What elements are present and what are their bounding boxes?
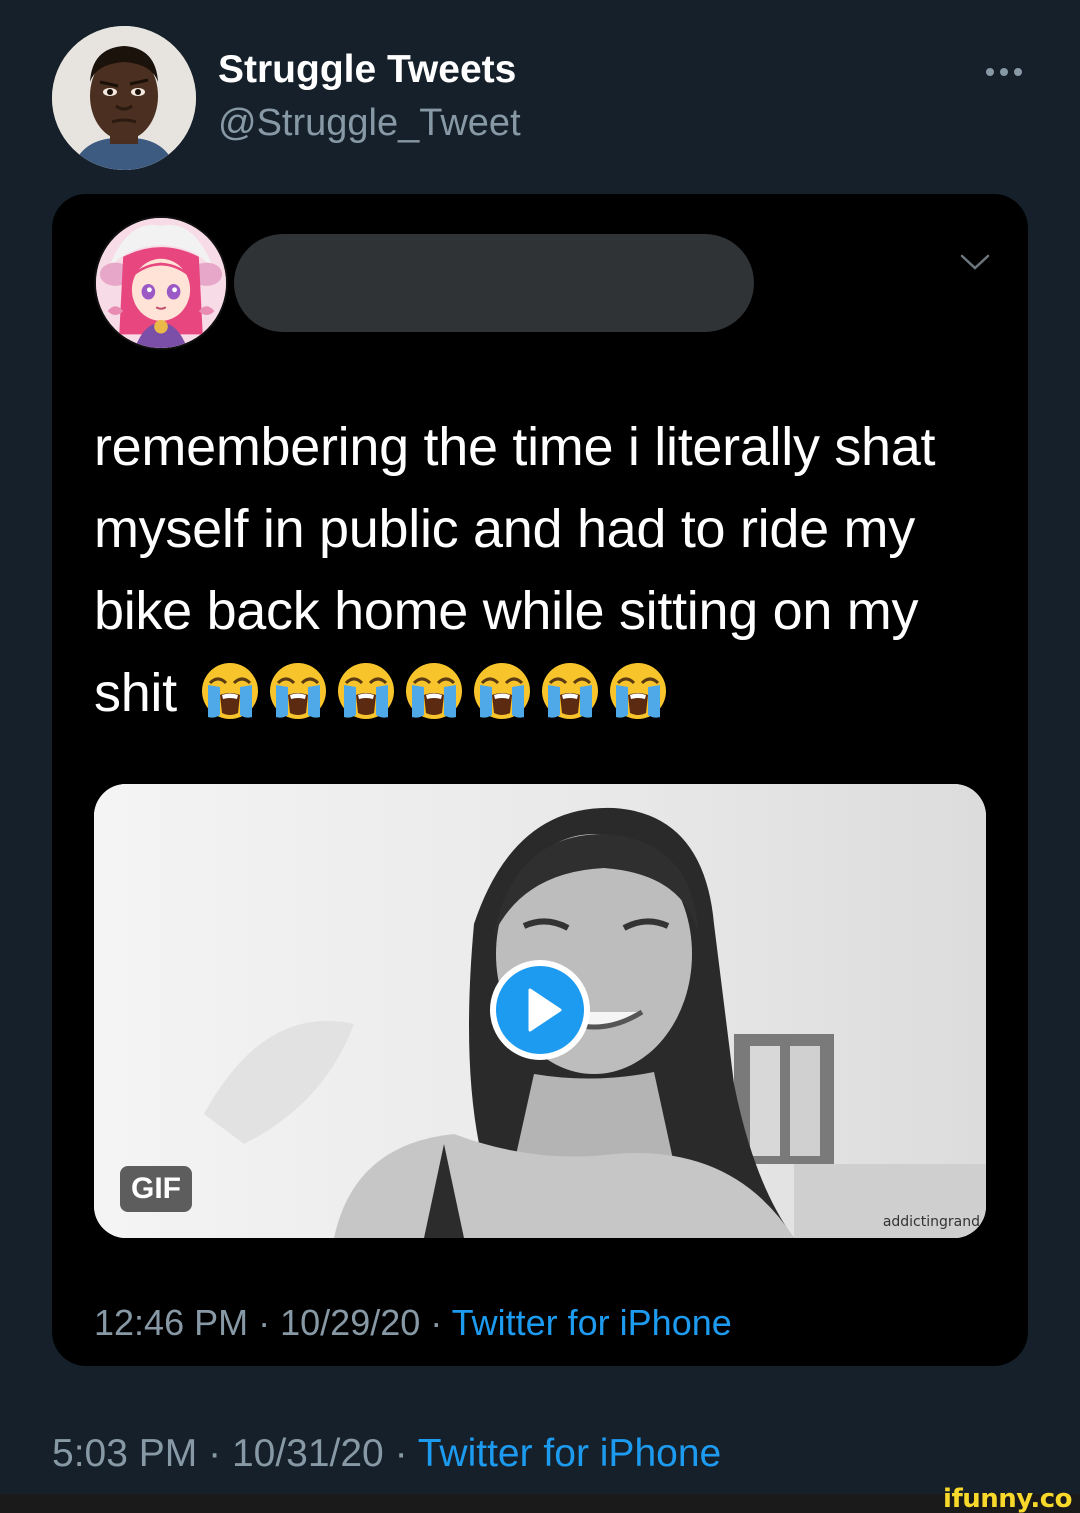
quoted-tweet-source-link[interactable]: Twitter for iPhone — [452, 1302, 732, 1343]
account-avatar[interactable] — [52, 26, 196, 170]
loudly-crying-face-emoji — [268, 661, 328, 721]
meta-separator: · — [430, 1302, 443, 1343]
more-options-button[interactable] — [984, 48, 1024, 88]
man-avatar-icon — [52, 26, 196, 170]
chevron-down-icon[interactable] — [958, 244, 992, 278]
tweet-source-link[interactable]: Twitter for iPhone — [418, 1432, 721, 1475]
footer-bar — [0, 1494, 1080, 1513]
quoted-tweet-time: 12:46 PM — [94, 1302, 249, 1343]
media-watermark: addictingrand — [882, 1214, 980, 1230]
anime-girl-avatar-icon — [96, 218, 226, 348]
loudly-crying-face-emoji — [200, 661, 260, 721]
quoted-tweet-avatar[interactable] — [94, 216, 228, 350]
tweet-time: 5:03 PM — [52, 1432, 198, 1475]
tweet-meta: 5:03 PM · 10/31/20 · Twitter for iPhone — [52, 1432, 721, 1476]
meta-separator: · — [208, 1432, 222, 1475]
gif-media[interactable]: GIF addictingrand — [94, 784, 986, 1238]
play-button[interactable] — [490, 960, 590, 1060]
meta-separator: · — [394, 1432, 408, 1475]
handle[interactable]: @Struggle_Tweet — [218, 102, 521, 145]
loudly-crying-face-emoji — [608, 661, 668, 721]
quoted-tweet-meta: 12:46 PM · 10/29/20 · Twitter for iPhone — [94, 1302, 732, 1344]
site-watermark: ifunny.co — [943, 1484, 1072, 1513]
tweet-header: Struggle Tweets @Struggle_Tweet — [52, 26, 1032, 171]
tweet-body: remembering the time i literally shat my… — [94, 406, 984, 734]
loudly-crying-face-emoji — [540, 661, 600, 721]
meta-separator: · — [258, 1302, 271, 1343]
redacted-name — [234, 234, 754, 332]
tweet-date[interactable]: 10/31/20 — [232, 1432, 384, 1475]
gif-badge: GIF — [120, 1166, 192, 1212]
more-horizontal-icon — [986, 68, 994, 76]
emoji-row — [200, 661, 668, 721]
quoted-tweet-date[interactable]: 10/29/20 — [280, 1302, 420, 1343]
more-dot — [1000, 68, 1008, 76]
play-icon — [528, 988, 562, 1032]
loudly-crying-face-emoji — [336, 661, 396, 721]
loudly-crying-face-emoji — [404, 661, 464, 721]
more-dot — [1014, 68, 1022, 76]
quoted-tweet-card[interactable]: remembering the time i literally shat my… — [52, 194, 1028, 1366]
display-name[interactable]: Struggle Tweets — [218, 48, 516, 92]
loudly-crying-face-emoji — [472, 661, 532, 721]
